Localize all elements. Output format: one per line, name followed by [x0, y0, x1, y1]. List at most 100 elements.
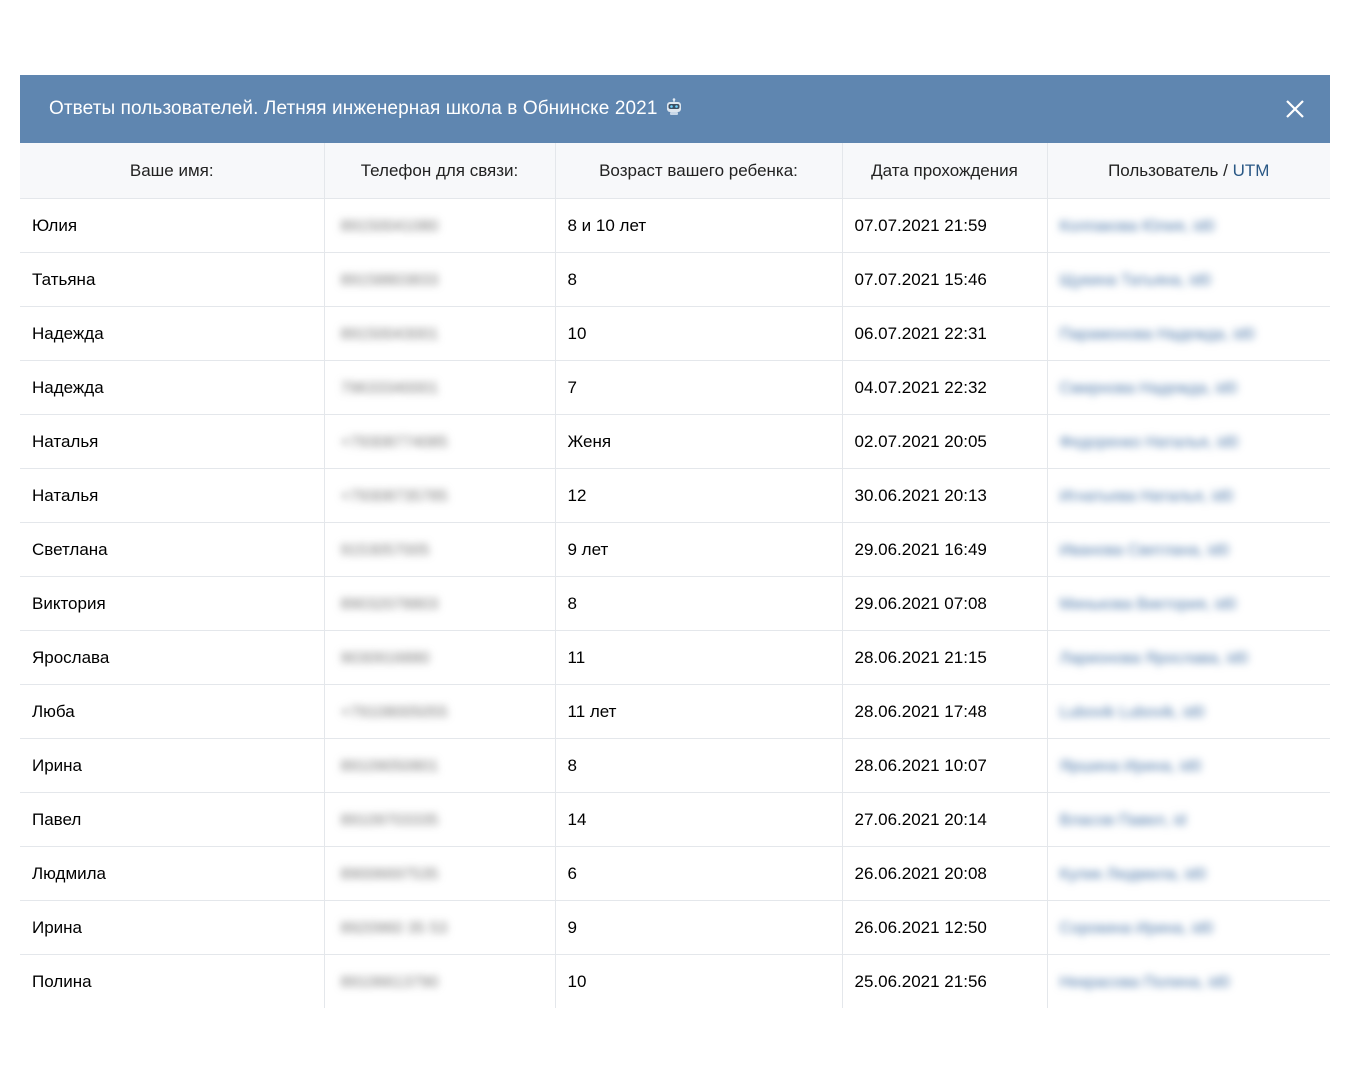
cell-phone: 89006697535	[323, 846, 555, 901]
header-date: Дата прохождения	[841, 143, 1047, 199]
user-link-blurred[interactable]: Сорокина Ирина, id0	[1060, 920, 1214, 938]
cell-user[interactable]: Игнатьева Наталья, id0	[1046, 468, 1330, 523]
cell-user[interactable]: Колпакова Юлия, id0	[1046, 198, 1330, 253]
cell-age: 10	[554, 306, 842, 361]
user-link-blurred[interactable]: Lubovik Lubovik, id0	[1060, 704, 1205, 722]
cell-phone: +79108005055	[323, 684, 555, 739]
cell-date: 28.06.2021 21:15	[841, 630, 1047, 685]
user-link-blurred[interactable]: Колпакова Юлия, id0	[1060, 218, 1215, 236]
cell-user[interactable]: Яршина Ирина, id0	[1046, 738, 1330, 793]
cell-date-value: 28.06.2021 10:07	[854, 755, 987, 775]
header-age: Возраст вашего ребенка:	[554, 143, 842, 199]
cell-name-value: Светлана	[32, 539, 108, 559]
phone-value-blurred: 79633340001	[340, 379, 439, 397]
table-header-row: Ваше имя: Телефон для связи: Возраст ваш…	[20, 143, 1330, 199]
cell-date: 30.06.2021 20:13	[841, 468, 1047, 523]
phone-value-blurred: 89158803833	[340, 271, 439, 289]
cell-name: Ирина	[20, 738, 324, 793]
cell-age-value: 8	[567, 593, 577, 613]
cell-date: 29.06.2021 16:49	[841, 522, 1047, 577]
user-link-blurred[interactable]: Минькова Виктория, id0	[1060, 596, 1237, 614]
cell-age-value: 14	[567, 809, 587, 829]
cell-user[interactable]: Иванова Светлана, id0	[1046, 522, 1330, 577]
table-row: Полина 89106613790 10 25.06.2021 21:56 Некра…	[20, 954, 1330, 1008]
phone-value-blurred: +79308774085	[340, 433, 448, 451]
cell-date-value: 02.07.2021 20:05	[854, 431, 987, 451]
cell-age: 10	[554, 954, 842, 1008]
cell-age: 9	[554, 900, 842, 955]
cell-name: Виктория	[20, 576, 324, 631]
close-icon	[1286, 100, 1304, 118]
cell-user[interactable]: Сорокина Ирина, id0	[1046, 900, 1330, 955]
user-link-blurred[interactable]: Иванова Светлана, id0	[1060, 542, 1230, 560]
cell-user[interactable]: Щукина Татьяна, id0	[1046, 252, 1330, 307]
user-link-blurred[interactable]: Парамонова Надежда, id0	[1060, 326, 1255, 344]
cell-age-value: Женя	[567, 431, 612, 451]
phone-value-blurred: 8920960 35 53	[340, 919, 448, 937]
cell-name-value: Наталья	[32, 431, 99, 451]
cell-user[interactable]: Власов Павел, id	[1046, 792, 1330, 847]
table-row: Виктория 89032078803 8 29.06.2021 07:08 Минь…	[20, 576, 1330, 631]
cell-name-value: Надежда	[32, 323, 104, 343]
cell-phone: 89150043001	[323, 306, 555, 361]
cell-phone: 9030916880	[323, 630, 555, 685]
user-link-blurred[interactable]: Игнатьева Наталья, id0	[1060, 488, 1234, 506]
cell-date-value: 26.06.2021 20:08	[854, 863, 987, 883]
user-link-blurred[interactable]: Щукина Татьяна, id0	[1060, 272, 1211, 290]
cell-age-value: 12	[567, 485, 587, 505]
utm-link[interactable]: UTM	[1233, 161, 1270, 180]
cell-date-value: 27.06.2021 20:14	[854, 809, 987, 829]
close-button[interactable]	[1282, 96, 1308, 122]
cell-name-value: Люба	[32, 701, 75, 721]
cell-user[interactable]: Федоренко Наталья, id0	[1046, 414, 1330, 469]
cell-age-value: 6	[567, 863, 577, 883]
cell-user[interactable]: Некрасова Полина, id0	[1046, 954, 1330, 1008]
cell-date-value: 28.06.2021 21:15	[854, 647, 987, 667]
dialog-title: Ответы пользователей. Летняя инженерная …	[49, 98, 658, 119]
user-link-blurred[interactable]: Федоренко Наталья, id0	[1060, 434, 1239, 452]
cell-user[interactable]: Смирнова Надежда, id0	[1046, 360, 1330, 415]
user-link-blurred[interactable]: Кулик Людмила, id0	[1060, 866, 1207, 884]
cell-name-value: Надежда	[32, 377, 104, 397]
table-row: Люба +79108005055 11 лет 28.06.2021 17:48 Lu…	[20, 684, 1330, 739]
cell-user[interactable]: Ларионова Ярослава, id0	[1046, 630, 1330, 685]
cell-date: 04.07.2021 22:32	[841, 360, 1047, 415]
cell-date: 26.06.2021 12:50	[841, 900, 1047, 955]
user-link-blurred[interactable]: Ларионова Ярослава, id0	[1060, 650, 1249, 668]
cell-name-value: Виктория	[32, 593, 106, 613]
cell-date: 28.06.2021 17:48	[841, 684, 1047, 739]
cell-user[interactable]: Lubovik Lubovik, id0	[1046, 684, 1330, 739]
user-link-blurred[interactable]: Яршина Ирина, id0	[1060, 758, 1202, 776]
cell-name-value: Ярослава	[32, 647, 110, 667]
cell-user[interactable]: Парамонова Надежда, id0	[1046, 306, 1330, 361]
cell-phone: 79633340001	[323, 360, 555, 415]
cell-date-value: 26.06.2021 12:50	[854, 917, 987, 937]
phone-value-blurred: +79108005055	[340, 703, 448, 721]
user-link-blurred[interactable]: Власов Павел, id	[1060, 812, 1187, 830]
cell-age: 9 лет	[554, 522, 842, 577]
user-link-blurred[interactable]: Смирнова Надежда, id0	[1060, 380, 1237, 398]
cell-user[interactable]: Минькова Виктория, id0	[1046, 576, 1330, 631]
cell-phone: 89106613790	[323, 954, 555, 1008]
cell-phone: 9153057005	[323, 522, 555, 577]
cell-date-value: 07.07.2021 21:59	[854, 215, 987, 235]
cell-phone: +79308774085	[323, 414, 555, 469]
cell-age: 11 лет	[554, 684, 842, 739]
cell-name-value: Ирина	[32, 917, 83, 937]
cell-date: 02.07.2021 20:05	[841, 414, 1047, 469]
cell-phone: 8920960 35 53	[323, 900, 555, 955]
cell-date-value: 30.06.2021 20:13	[854, 485, 987, 505]
cell-age-value: 7	[567, 377, 577, 397]
table-row: Наталья +79308735785 12 30.06.2021 20:13 Игн…	[20, 468, 1330, 523]
cell-user[interactable]: Кулик Людмила, id0	[1046, 846, 1330, 901]
cell-date-value: 29.06.2021 16:49	[854, 539, 987, 559]
cell-age: Женя	[554, 414, 842, 469]
responses-dialog: Ответы пользователей. Летняя инженерная …	[20, 75, 1330, 1008]
header-user: Пользователь / UTM	[1046, 143, 1330, 199]
cell-age-value: 8	[567, 755, 577, 775]
cell-name: Павел	[20, 792, 324, 847]
user-link-blurred[interactable]: Некрасова Полина, id0	[1060, 974, 1230, 992]
cell-date: 06.07.2021 22:31	[841, 306, 1047, 361]
cell-age: 14	[554, 792, 842, 847]
cell-age-value: 10	[567, 971, 587, 991]
